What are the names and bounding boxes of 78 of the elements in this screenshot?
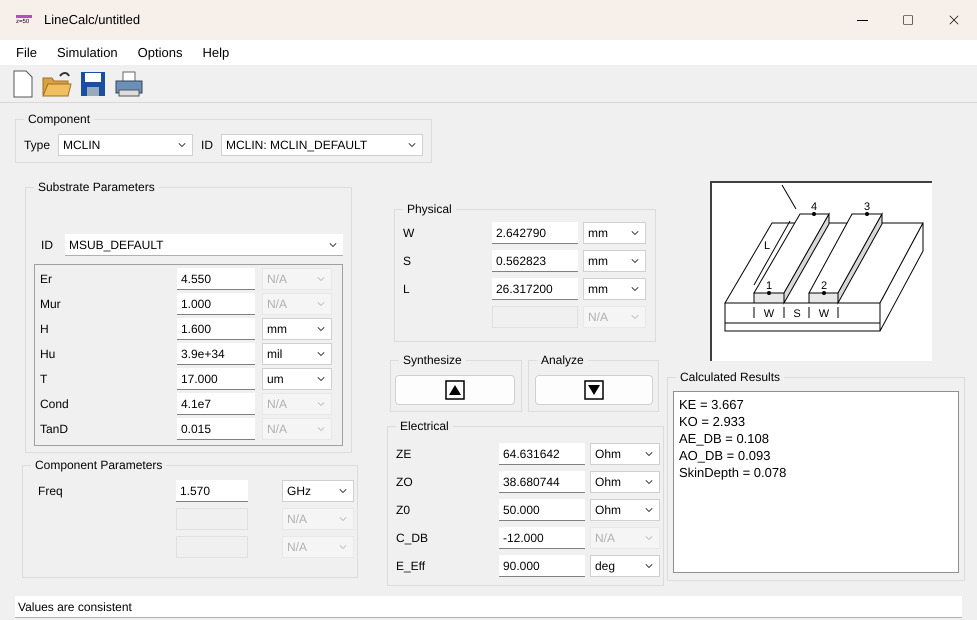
- input-field[interactable]: 0.015: [177, 418, 255, 440]
- param-label: Mur: [40, 297, 61, 311]
- input-field[interactable]: 26.317200: [492, 278, 578, 300]
- unit-dropdown[interactable]: um: [262, 368, 332, 390]
- port-label: 2: [820, 280, 828, 292]
- id-label: ID: [41, 237, 53, 254]
- input-field[interactable]: 17.000: [177, 368, 255, 390]
- param-label: H: [40, 322, 49, 336]
- group-title: Physical: [403, 201, 456, 217]
- input-field[interactable]: 38.680744: [499, 471, 585, 493]
- input-field[interactable]: 50.000: [499, 499, 585, 521]
- dimension-label: S: [793, 308, 801, 320]
- param-label: C_DB: [396, 531, 428, 545]
- result-line: SkinDepth = 0.078: [679, 464, 788, 481]
- unit-dropdown[interactable]: mm: [262, 318, 332, 340]
- group-title: Synthesize: [399, 352, 466, 368]
- param-label: ZE: [396, 447, 412, 461]
- type-label: Type: [24, 137, 50, 154]
- input-field[interactable]: 1.570: [176, 480, 248, 502]
- unit-dropdown[interactable]: Ohm: [590, 443, 660, 465]
- unit-dropdown[interactable]: mil: [262, 343, 332, 365]
- printer-icon[interactable]: [114, 70, 144, 98]
- input-field[interactable]: 0.562823: [492, 250, 578, 272]
- param-label: S: [403, 254, 412, 268]
- input-field[interactable]: 3.9e+34: [177, 343, 255, 365]
- result-line: KO = 2.933: [679, 413, 746, 430]
- group-title: Analyze: [537, 352, 588, 368]
- port-label: 1: [766, 280, 772, 292]
- id-dropdown[interactable]: MCLIN: MCLIN_DEFAULT: [221, 134, 423, 156]
- dimension-label: W: [818, 308, 830, 320]
- input-field[interactable]: 90.000: [499, 555, 585, 577]
- input-field[interactable]: 2.642790: [492, 222, 578, 244]
- param-label: TanD: [40, 422, 68, 436]
- param-label: ZO: [396, 475, 413, 489]
- unit-dropdown[interactable]: Ohm: [590, 471, 660, 493]
- param-label: Freq: [38, 484, 63, 498]
- input-field[interactable]: 1.000: [177, 293, 255, 315]
- input-field[interactable]: 4.1e7: [177, 393, 255, 415]
- save-icon[interactable]: [80, 70, 106, 98]
- result-line: AE_DB = 0.108: [679, 430, 770, 447]
- param-label: Er: [40, 272, 52, 286]
- input-field[interactable]: -12.000: [499, 527, 585, 549]
- menu-item[interactable]: Simulation: [56, 42, 118, 62]
- menu-item[interactable]: Options: [138, 42, 182, 62]
- result-line: KE = 3.667: [679, 396, 745, 413]
- input-field[interactable]: 64.631642: [499, 443, 585, 465]
- maximize-icon: [902, 14, 914, 26]
- unit-dropdown[interactable]: GHz: [282, 480, 354, 502]
- synthesize-button[interactable]: [395, 375, 515, 405]
- param-label: Cond: [40, 397, 69, 411]
- param-label: Z0: [396, 503, 410, 517]
- new-file-icon[interactable]: [12, 70, 34, 98]
- input-field[interactable]: 4.550: [177, 268, 255, 290]
- type-dropdown[interactable]: MCLIN: [58, 134, 194, 156]
- dimension-label: L: [764, 240, 770, 252]
- menu-item[interactable]: File: [16, 42, 37, 62]
- unit-dropdown[interactable]: mm: [583, 250, 646, 272]
- param-label: T: [40, 372, 48, 386]
- param-label: E_Eff: [396, 559, 426, 573]
- menu-item[interactable]: Help: [202, 42, 230, 62]
- substrate-dropdown[interactable]: MSUB_DEFAULT: [65, 234, 343, 256]
- id-label: ID: [201, 137, 214, 154]
- param-label: L: [403, 282, 410, 296]
- result-line: AO_DB = 0.093: [679, 447, 772, 464]
- param-label: Hu: [40, 347, 56, 361]
- port-label: 4: [810, 201, 818, 213]
- unit-dropdown[interactable]: mm: [583, 222, 646, 244]
- window-title: LineCalc/untitled: [44, 11, 140, 30]
- unit-dropdown[interactable]: deg: [590, 555, 660, 577]
- analyze-button[interactable]: [535, 375, 653, 405]
- status-text: Values are consistent: [18, 598, 132, 616]
- dimension-label: W: [764, 308, 774, 320]
- unit-dropdown[interactable]: Ohm: [590, 499, 660, 521]
- input-field[interactable]: 1.600: [177, 318, 255, 340]
- unit-dropdown[interactable]: mm: [583, 278, 646, 300]
- param-label: W: [403, 226, 414, 240]
- open-folder-icon[interactable]: [42, 70, 72, 98]
- port-label: 3: [864, 201, 870, 213]
